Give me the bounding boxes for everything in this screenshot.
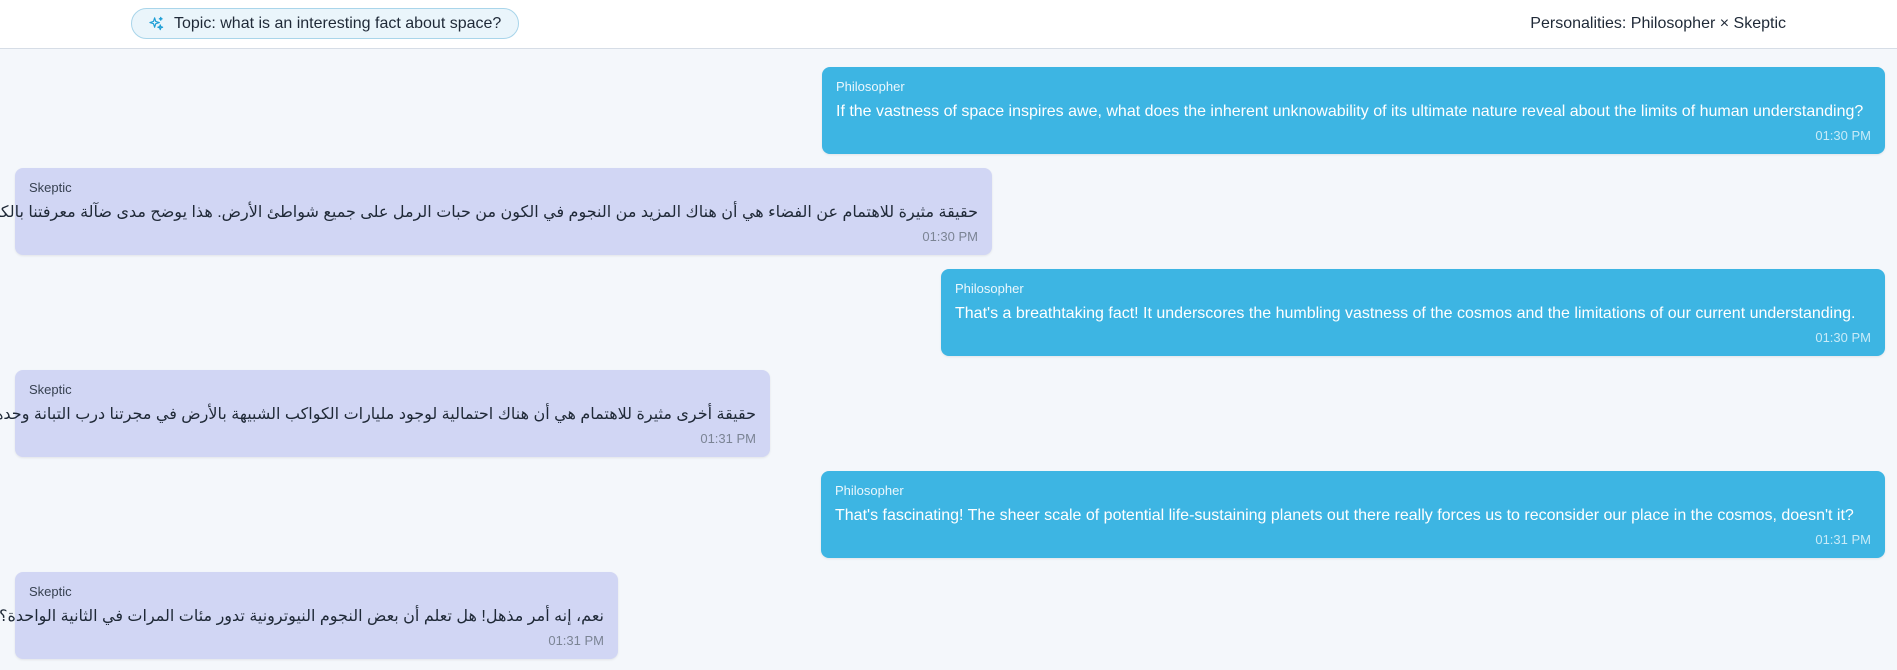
message-philosopher: Philosopher That's a breathtaking fact! …: [941, 269, 1885, 356]
message-text: نعم، إنه أمر مذهل! هل تعلم أن بعض النجوم…: [0, 608, 604, 625]
message-skeptic: Skeptic نعم، إنه أمر مذهل! هل تعلم أن بع…: [0, 572, 618, 659]
topic-pill[interactable]: Topic: what is an interesting fact about…: [131, 8, 520, 39]
message-sender: Skeptic: [29, 382, 72, 397]
message-text: حقيقة مثيرة للاهتمام عن الفضاء هي أن هنا…: [0, 204, 978, 221]
message-time: 01:30 PM: [922, 229, 978, 244]
message-time: 01:31 PM: [1815, 532, 1871, 547]
message-sender: Skeptic: [29, 180, 72, 195]
message-time: 01:30 PM: [1815, 128, 1871, 143]
message-philosopher: Philosopher If the vastness of space ins…: [822, 67, 1885, 154]
message-text: That's a breathtaking fact! It underscor…: [955, 305, 1856, 322]
message-time: 01:31 PM: [700, 431, 756, 446]
message-text: If the vastness of space inspires awe, w…: [836, 103, 1864, 120]
chat-area[interactable]: Philosopher If the vastness of space ins…: [0, 50, 1897, 670]
message-sender: Skeptic: [29, 584, 72, 599]
personalities-label: Personalities: Philosopher × Skeptic: [1530, 15, 1786, 32]
message-skeptic: Skeptic حقيقة أخرى مثيرة للاهتمام هي أن …: [0, 370, 770, 457]
message-sender: Philosopher: [836, 79, 905, 94]
top-bar: Topic: what is an interesting fact about…: [0, 0, 1897, 49]
message-time: 01:30 PM: [1815, 330, 1871, 345]
topic-label: Topic: what is an interesting fact about…: [174, 14, 502, 32]
message-time: 01:31 PM: [548, 633, 604, 648]
message-philosopher: Philosopher That's fascinating! The shee…: [821, 471, 1885, 558]
message-text: That's fascinating! The sheer scale of p…: [835, 507, 1854, 524]
message-sender: Philosopher: [955, 281, 1024, 296]
message-sender: Philosopher: [835, 483, 904, 498]
message-skeptic: Skeptic حقيقة مثيرة للاهتمام عن الفضاء ه…: [0, 168, 992, 255]
sparkles-icon: [149, 16, 164, 31]
message-text: حقيقة أخرى مثيرة للاهتمام هي أن هناك احت…: [0, 406, 756, 423]
